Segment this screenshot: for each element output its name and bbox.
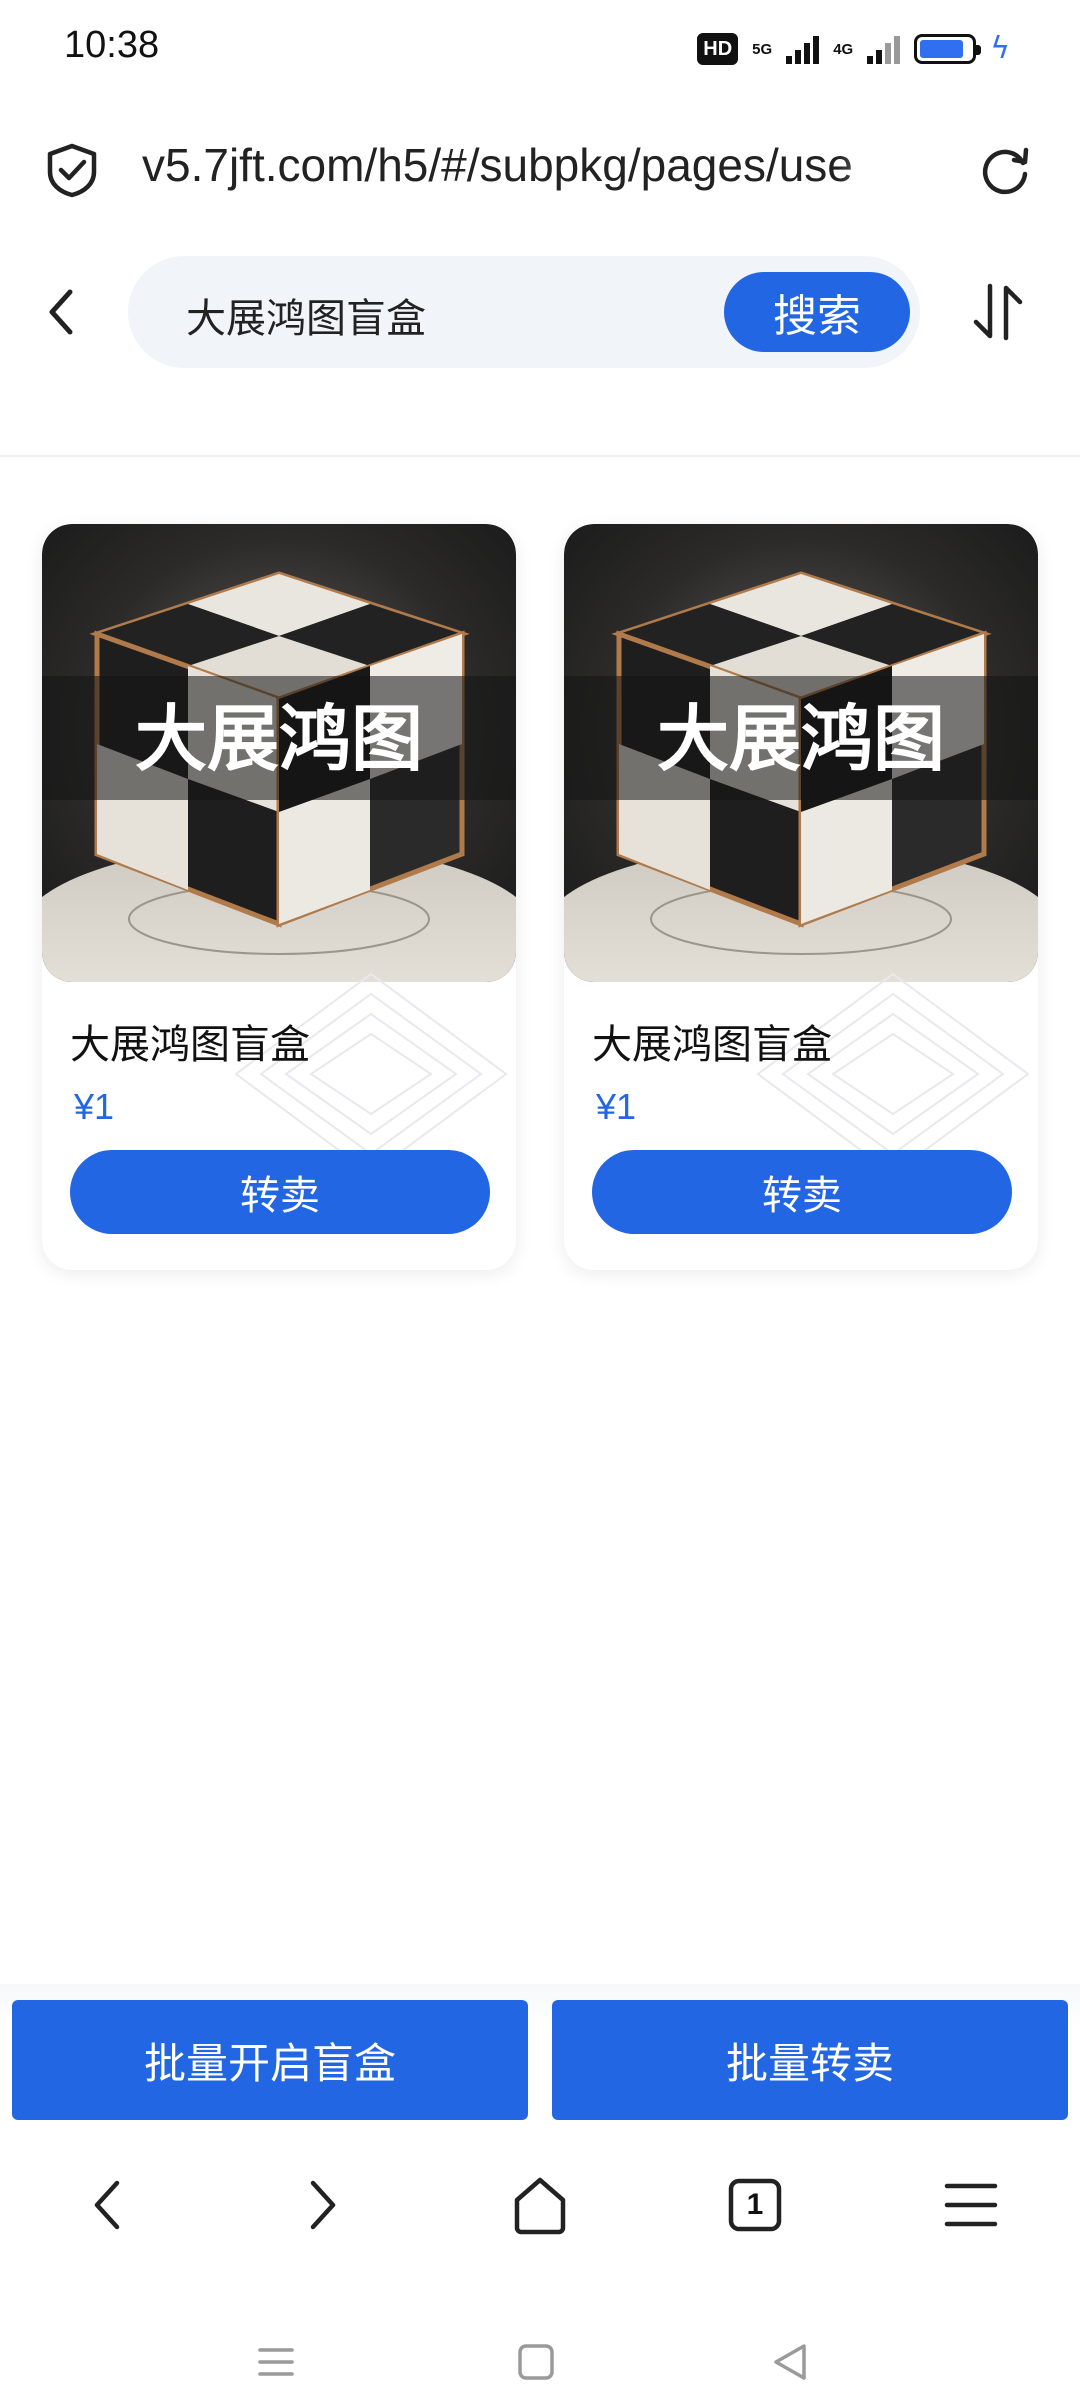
search-button[interactable]: 搜索 <box>724 272 910 352</box>
product-price: ¥1 <box>596 1086 637 1127</box>
network-4g-label: 4G <box>833 40 854 58</box>
browser-back-button[interactable] <box>72 2170 142 2240</box>
status-bar: 10:38 HD 5G 4G ϟ <box>0 0 1080 96</box>
signal-4g-icon <box>867 34 901 64</box>
header-divider <box>0 455 1080 457</box>
product-card[interactable]: 大展鸿图 大展鸿图盲盒 ¥1 转卖 <box>564 524 1038 1270</box>
product-image-text: 大展鸿图 <box>135 696 423 781</box>
resell-button[interactable]: 转卖 <box>592 1150 1012 1234</box>
browser-forward-button[interactable] <box>288 2170 358 2240</box>
browser-url-bar: v5.7jft.com/h5/#/subpkg/pages/use <box>0 120 1080 220</box>
browser-toolbar: 1 <box>0 2150 1080 2260</box>
signal-5g-icon <box>786 34 820 64</box>
shield-check-icon[interactable] <box>44 142 100 198</box>
home-icon <box>514 2177 566 2235</box>
search-input-value: 大展鸿图盲盒 <box>186 296 426 342</box>
product-image: 大展鸿图 <box>42 524 516 982</box>
chevron-left-icon <box>94 2180 120 2230</box>
system-back-icon[interactable] <box>768 2340 812 2384</box>
resell-button[interactable]: 转卖 <box>70 1150 490 1234</box>
charging-icon: ϟ <box>990 31 1010 66</box>
system-navigation-bar <box>0 2300 1080 2408</box>
browser-home-button[interactable] <box>505 2170 575 2240</box>
batch-open-button[interactable]: 批量开启盲盒 <box>12 2000 528 2120</box>
status-time: 10:38 <box>64 24 160 66</box>
url-field[interactable]: v5.7jft.com/h5/#/subpkg/pages/use <box>142 138 932 192</box>
search-header: 大展鸿图盲盒 搜索 <box>0 252 1080 372</box>
search-input[interactable]: 大展鸿图盲盒 搜索 <box>128 256 920 368</box>
product-price: ¥1 <box>74 1086 115 1127</box>
bottom-action-bar: 批量开启盲盒 批量转卖 <box>0 1984 1080 2124</box>
product-image-text: 大展鸿图 <box>657 696 945 781</box>
browser-menu-button[interactable] <box>936 2170 1006 2240</box>
product-card[interactable]: 大展鸿图 大展鸿图盲盒 ¥1 转卖 <box>42 524 516 1270</box>
hd-icon: HD <box>697 33 739 65</box>
sort-icon[interactable] <box>968 278 1028 346</box>
system-home-icon[interactable] <box>514 2340 558 2384</box>
status-icons: HD 5G 4G ϟ <box>697 28 1010 70</box>
reload-icon[interactable] <box>976 140 1034 198</box>
product-title: 大展鸿图盲盒 <box>592 1022 832 1068</box>
battery-icon <box>914 34 982 64</box>
menu-icon <box>944 2183 998 2227</box>
recent-apps-icon[interactable] <box>254 2340 298 2384</box>
network-5g-label: 5G <box>752 40 773 58</box>
batch-resell-button[interactable]: 批量转卖 <box>552 2000 1068 2120</box>
browser-tabs-button[interactable]: 1 <box>720 2170 790 2240</box>
product-image: 大展鸿图 <box>564 524 1038 982</box>
battery-fill <box>920 40 964 58</box>
tab-count: 1 <box>746 2188 764 2221</box>
product-title: 大展鸿图盲盒 <box>70 1022 310 1068</box>
back-arrow-icon[interactable] <box>38 280 86 344</box>
chevron-right-icon <box>310 2180 336 2230</box>
